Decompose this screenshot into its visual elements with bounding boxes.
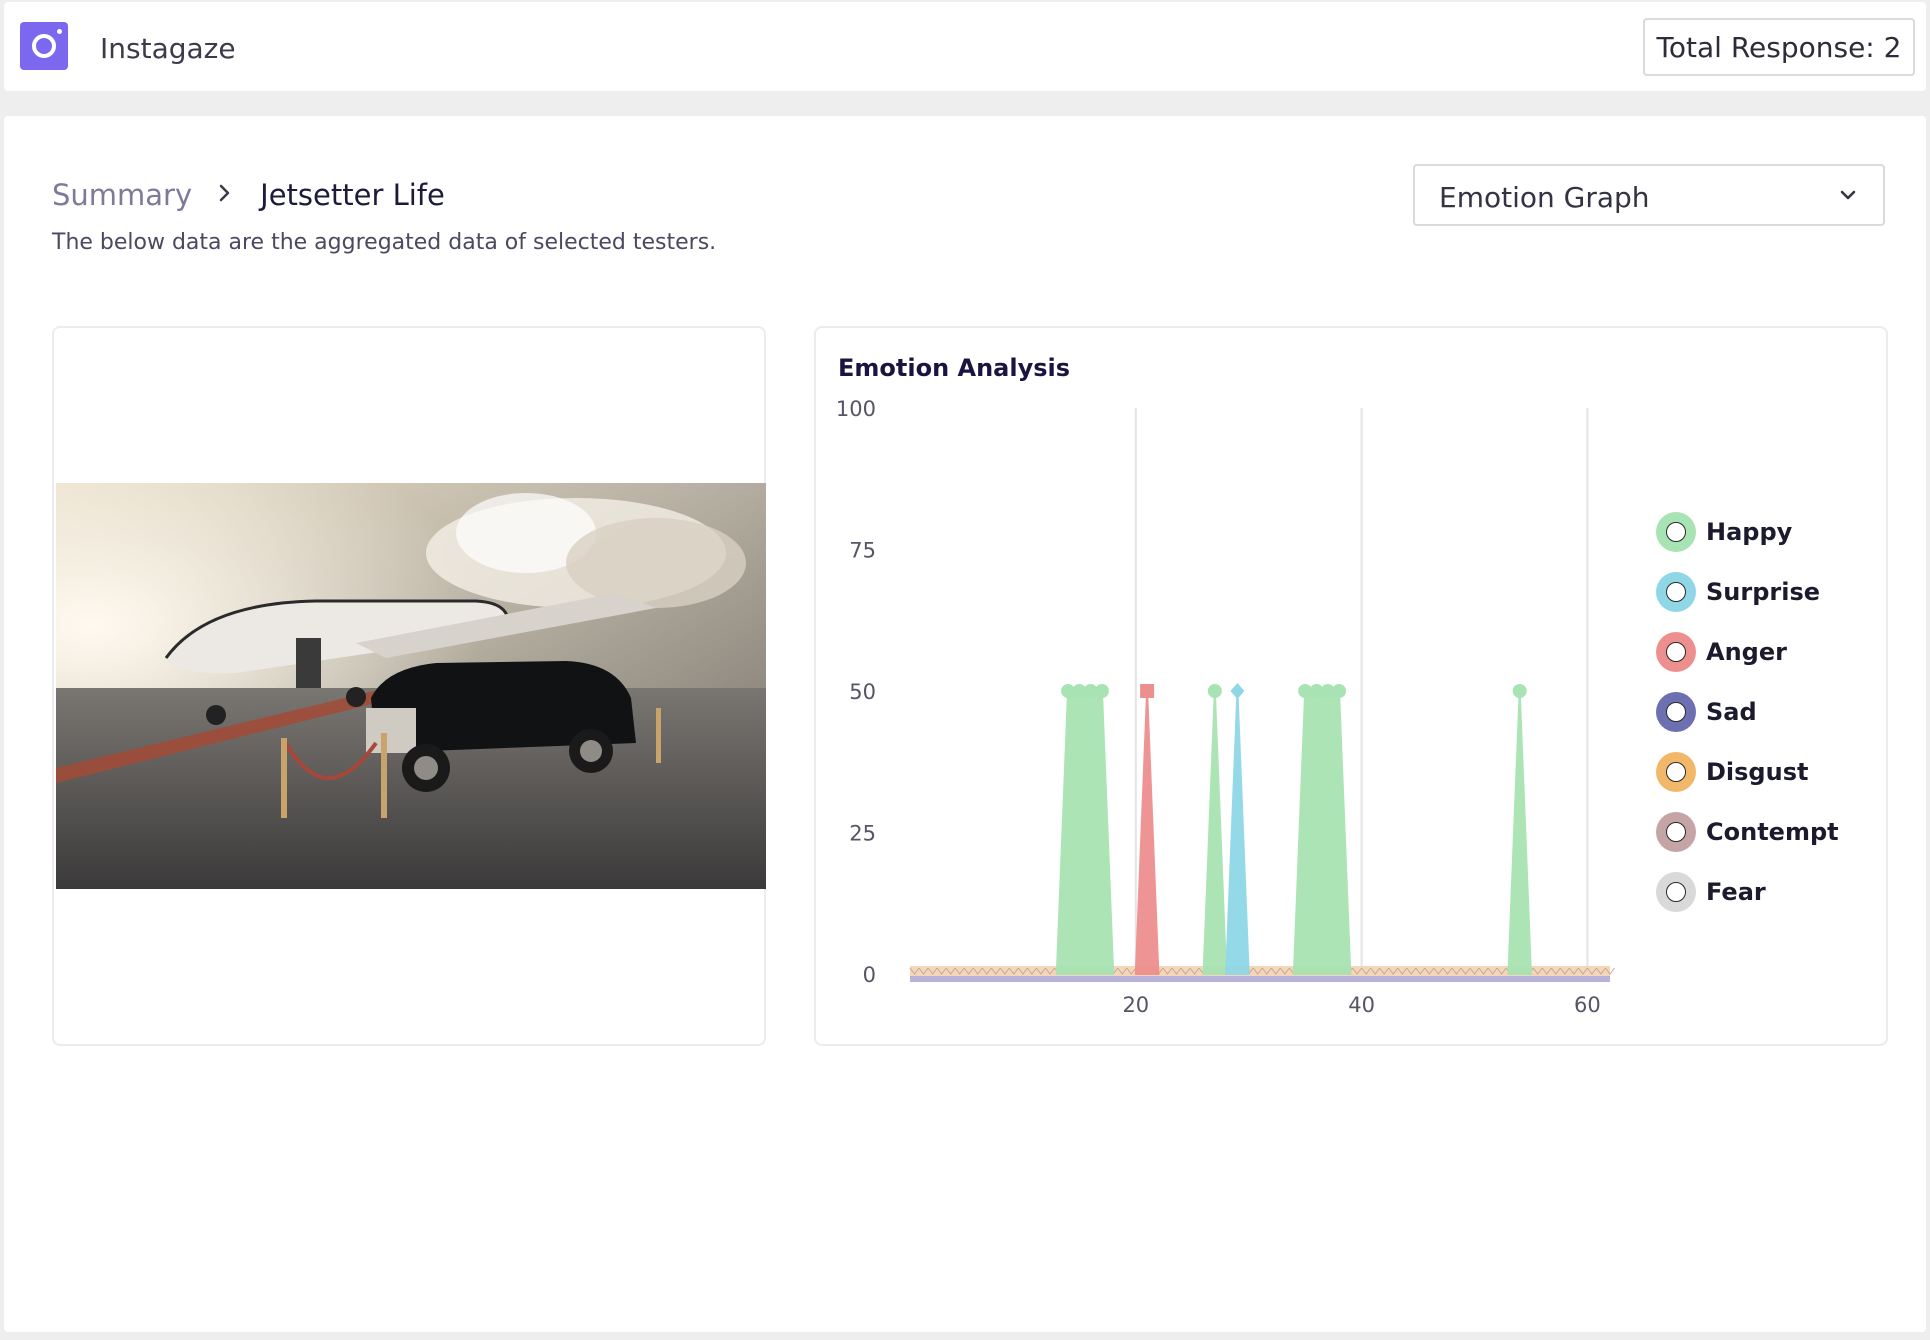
series-area-happy (1202, 690, 1228, 975)
emotion-chart-card: Emotion Analysis 100 75 50 25 0 20 40 60 Happy S… (814, 326, 1888, 1046)
series-area-anger (1134, 690, 1160, 975)
legend-item-happy[interactable]: Happy (1656, 502, 1839, 562)
view-select-value: Emotion Graph (1439, 181, 1650, 214)
point-marker-happy (1332, 684, 1347, 698)
legend-item-surprise[interactable]: Surprise (1656, 562, 1839, 622)
y-tick-label: 25 (849, 822, 876, 846)
y-tick-label: 100 (836, 397, 876, 421)
legend-item-contempt[interactable]: Contempt (1656, 802, 1839, 862)
point-marker-surprise (1230, 683, 1245, 699)
fear-face-icon (1656, 872, 1696, 912)
point-marker-happy (1512, 684, 1527, 698)
x-tick-label: 60 (1574, 993, 1601, 1017)
series-area-happy (1055, 690, 1115, 975)
legend-label: Happy (1706, 518, 1793, 546)
main-panel: Summary Jetsetter Life The below data ar… (4, 116, 1926, 1332)
y-tick-label: 75 (849, 539, 876, 563)
stimulus-image (56, 483, 766, 889)
legend-label: Surprise (1706, 578, 1821, 606)
happy-face-icon (1656, 512, 1696, 552)
x-tick-label: 20 (1122, 993, 1149, 1017)
contempt-face-icon (1656, 812, 1696, 852)
series-area-happy (1292, 690, 1352, 975)
chevron-right-icon (218, 181, 232, 209)
y-tick-label: 50 (849, 680, 876, 704)
surprise-face-icon (1656, 572, 1696, 612)
legend-item-sad[interactable]: Sad (1656, 682, 1839, 742)
legend-label: Contempt (1706, 818, 1839, 846)
app-logo-icon[interactable] (20, 22, 68, 70)
baseline-band-sad (910, 976, 1610, 982)
disgust-face-icon (1656, 752, 1696, 792)
stimulus-card (52, 326, 766, 1046)
legend-label: Fear (1706, 878, 1766, 906)
view-select[interactable]: Emotion Graph (1413, 164, 1885, 226)
legend-label: Anger (1706, 638, 1787, 666)
point-marker-happy (1207, 684, 1222, 698)
point-marker-happy (1094, 684, 1109, 698)
app-title: Instagaze (100, 32, 236, 65)
chevron-down-icon (1840, 190, 1856, 200)
total-response-badge: Total Response: 2 (1643, 18, 1915, 76)
legend-label: Disgust (1706, 758, 1809, 786)
chart-legend: Happy Surprise Anger Sad Disgust Contempt Fear (1656, 502, 1839, 922)
breadcrumb-summary-link[interactable]: Summary (52, 178, 192, 212)
legend-item-fear[interactable]: Fear (1656, 862, 1839, 922)
breadcrumb: Summary Jetsetter Life (52, 178, 445, 212)
anger-face-icon (1656, 632, 1696, 672)
y-tick-label: 0 (863, 963, 876, 987)
legend-label: Sad (1706, 698, 1757, 726)
top-bar: Instagaze Total Response: 2 (4, 2, 1926, 91)
legend-item-anger[interactable]: Anger (1656, 622, 1839, 682)
x-tick-label: 40 (1348, 993, 1375, 1017)
breadcrumb-current: Jetsetter Life (260, 178, 445, 212)
series-area-happy (1507, 690, 1533, 975)
legend-item-disgust[interactable]: Disgust (1656, 742, 1839, 802)
point-marker-anger (1140, 684, 1155, 698)
page-subtitle: The below data are the aggregated data o… (52, 230, 717, 255)
series-area-surprise (1225, 690, 1250, 975)
sad-face-icon (1656, 692, 1696, 732)
